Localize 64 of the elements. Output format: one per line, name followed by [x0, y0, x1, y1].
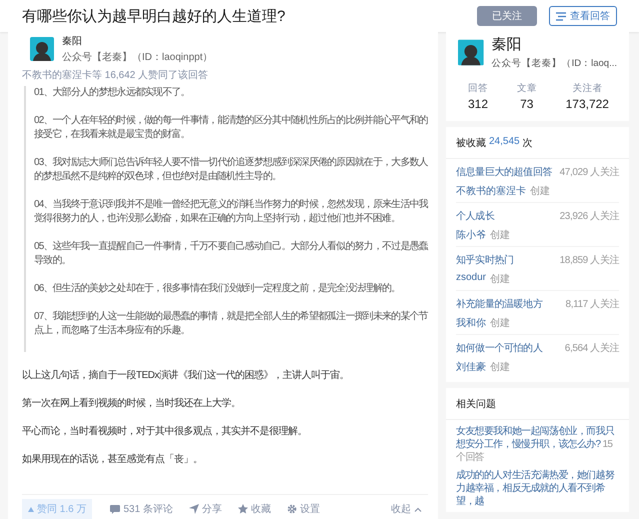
creator-name[interactable]: 陈小爷: [456, 228, 486, 242]
related-question[interactable]: 成功的的人对生活充满热爱，她们越努力越幸福，相反无成就的人看不到希望，越: [456, 469, 623, 508]
follower-count: 47,029 人关注: [560, 166, 619, 179]
quote-paragraph: 02、一个人在年轻的时候，做的每一件事情，能清楚的区分其中随机性所占的比例并能心平气和的接受它，在我看来就是最宝贵的财富。: [34, 114, 428, 142]
share-button[interactable]: 分享: [182, 500, 228, 518]
section-heading: 被收藏: [456, 136, 486, 150]
triangle-icon: [28, 506, 34, 512]
follower-count: 23,926 人关注: [560, 210, 619, 223]
caret-icon: [414, 506, 422, 512]
list-icon: [556, 12, 566, 20]
quote-paragraph: 06、但生活的美妙之处却在于，很多事情在我们没做到一定程度之前，是完全没法理解的。: [34, 282, 402, 296]
collection-title[interactable]: 补充能量的温暖地方: [456, 297, 542, 311]
answer-paragraph: 如果用现在的话说，甚至感觉有点「丧」。: [22, 452, 204, 466]
creator-name[interactable]: 我和你: [456, 316, 486, 330]
created-label: 创建: [490, 272, 510, 286]
answer-paragraph: 第一次在网上看到视频的时候，当时我还在上大学。: [22, 396, 242, 410]
collection-title[interactable]: 如何做一个可怕的人: [456, 341, 542, 355]
follower-count: 6,564 人关注: [564, 342, 619, 355]
followed-button[interactable]: 已关注: [477, 6, 537, 26]
quote-paragraph: 03、我对励志大师们总告诉年轻人要不惜一切代价追逐梦想感到深深厌倦的原因就在于，大多数人的梦想虽然不是纯粹的双色球，但也绝对是由随机性主导的。: [34, 156, 428, 184]
view-answers-button[interactable]: 查看回答: [549, 6, 617, 26]
author-bio: 公众号【老秦】（ID：laoqinppt）: [62, 50, 213, 64]
related-question[interactable]: 女友想要我和她一起闯荡创业，而我只想安分工作，慢慢升职，该怎么办? 15 个回答: [456, 425, 623, 464]
quote-paragraph: 04、当我终于意识到我并不是唯一曾经把无意义的消耗当作努力的时候，忽然发现，原来生活中我觉得很努力的人，也许没那么勤奋，如果在正确的方向上坚持行动，超过他们也并不困难。: [34, 198, 428, 226]
stat-value[interactable]: 73: [520, 97, 534, 111]
follower-count: 8,117 人关注: [566, 298, 619, 311]
follower-count: 18,859 人关注: [560, 254, 619, 267]
section-heading: 相关问题: [446, 392, 629, 420]
collection-count: 24,545: [489, 136, 520, 149]
quote-paragraph: 01、大部分人的梦想永远都实现不了。: [34, 86, 191, 100]
vote-summary: 不教书的塞涅卡等 16,642 人赞同了该回答: [22, 68, 210, 82]
stat-value[interactable]: 173,722: [566, 97, 609, 111]
question-title: 有哪些你认为越早明白越好的人生道理?: [22, 6, 286, 26]
creator-name[interactable]: 不教书的塞涅卡: [456, 184, 526, 198]
count-unit: 次: [522, 137, 533, 150]
created-label: 创建: [530, 184, 550, 198]
star-icon: [238, 504, 248, 514]
profile-name[interactable]: 秦阳: [492, 35, 617, 54]
paper-plane-icon: [188, 504, 199, 514]
stat-value[interactable]: 312: [468, 97, 488, 111]
author-name[interactable]: 秦阳: [62, 34, 213, 48]
settings-icon: [286, 504, 297, 514]
quote-paragraph: 05、这些年我一直提醒自己一件事情，千万不要自己感动自己。大部分人看似的努力，不过是愚蠢导致的。: [34, 240, 428, 268]
creator-name[interactable]: 刘佳豪: [456, 360, 486, 374]
quote-paragraph: 07、我能想到的人这一生能做的最愚蠢的事情，就是把全部人生的希望都孤注一掷到未来的某个节点上，而忽略了生活本身应有的乐趣。: [34, 310, 428, 338]
comment-button[interactable]: 531 条评论: [104, 500, 179, 518]
stat-label: 关注者: [572, 82, 602, 95]
answer-paragraph: 平心而论，当时看视频时，对于其中很多观点，其实并不是很理解。: [22, 424, 308, 438]
stat-label: 回答: [468, 82, 488, 95]
star-button[interactable]: 收藏: [232, 500, 277, 518]
created-label: 创建: [490, 228, 510, 242]
avatar[interactable]: [30, 37, 54, 61]
stat-label: 文章: [516, 82, 537, 95]
collapse-button[interactable]: 收起: [385, 500, 428, 518]
gear-button[interactable]: 设置: [280, 500, 326, 518]
created-label: 创建: [490, 316, 510, 330]
creator-name[interactable]: zsodur: [456, 272, 486, 286]
profile-bio: 公众号【老秦】（ID：laoq...: [492, 57, 617, 70]
collection-title[interactable]: 信息量巨大的超值回答: [456, 165, 552, 179]
comment-icon: [110, 504, 120, 514]
collection-title[interactable]: 个人成长: [456, 209, 494, 223]
answer-paragraph: 以上这几句话，摘自于一段TEDx演讲《我们这一代的困惑》，主讲人叫于宙。: [22, 368, 350, 382]
collection-title[interactable]: 知乎实时热门: [456, 253, 514, 267]
created-label: 创建: [490, 360, 510, 374]
